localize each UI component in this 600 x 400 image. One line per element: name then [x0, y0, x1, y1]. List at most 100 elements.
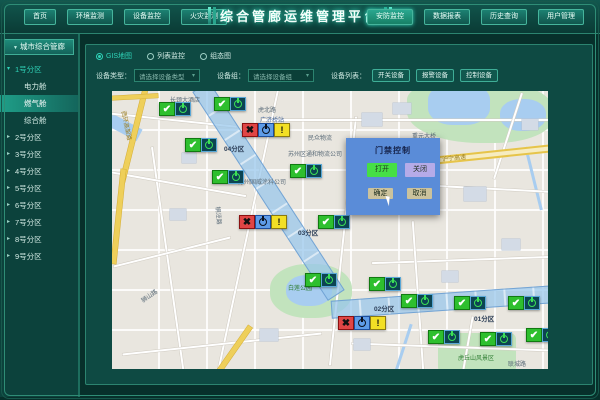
device-marker-ok-11[interactable]: ✔ [428, 330, 460, 344]
power-cell [524, 296, 540, 310]
sidebar-item-2[interactable]: 电力舱 [0, 78, 78, 95]
door-open-button[interactable]: 打开 [367, 163, 397, 177]
device-group-select[interactable]: 请选择设备组▾ [248, 69, 314, 82]
status-ok-icon: ✔ [526, 328, 542, 342]
sidebar-item-10[interactable]: ▸7号分区 [0, 214, 78, 231]
view-mode-radio-2[interactable]: 组态图 [200, 51, 231, 61]
device-filter-button-2[interactable]: 控制设备 [460, 69, 498, 82]
sidebar-item-label: 5号分区 [15, 184, 42, 193]
power-cell [444, 330, 460, 344]
power-cell [417, 294, 433, 308]
sidebar-item-label: 9号分区 [15, 252, 42, 261]
device-filter-buttons: 开关设备报警设备控制设备 [366, 69, 498, 82]
cancel-button[interactable]: 取消 [407, 188, 432, 199]
power-cell [258, 123, 274, 137]
device-marker-alarm-15[interactable]: ✖! [239, 215, 287, 229]
device-filter-button-0[interactable]: 开关设备 [372, 69, 410, 82]
zone-label: 01分区 [474, 313, 494, 323]
nav-button-left-2[interactable]: 设备监控 [124, 9, 170, 25]
access-control-dialog: 门禁控制 打开 关闭 确定 取消 [346, 138, 440, 215]
device-marker-ok-0[interactable]: ✔ [159, 102, 191, 116]
sidebar-item-label: 综合舱 [24, 116, 47, 125]
device-marker-ok-9[interactable]: ✔ [454, 296, 486, 310]
map-label: 联城路 [508, 359, 526, 368]
top-header: 首页环境监测设备监控火灾监测 综合管廊运维管理平台 安防监控数据报表历史查询用户… [0, 0, 600, 34]
device-type-label: 设备类型： [96, 71, 131, 81]
power-icon [448, 333, 456, 341]
sidebar-item-12[interactable]: ▸9号分区 [0, 248, 78, 265]
power-icon [500, 335, 508, 343]
nav-button-right-2[interactable]: 历史查询 [481, 9, 527, 25]
device-marker-ok-4[interactable]: ✔ [290, 164, 322, 178]
warning-icon: ! [271, 215, 287, 229]
device-filter-bar: 设备类型： 请选择设备类型▾ 设备组： 请选择设备组▾ 设备列表： 开关设备报警… [96, 69, 498, 82]
map-label: 苏州国威涂料公司 [238, 177, 286, 186]
nav-button-left-0[interactable]: 首页 [24, 9, 56, 25]
device-marker-alarm-14[interactable]: ✖! [242, 123, 290, 137]
device-list-label: 设备列表： [331, 71, 366, 81]
power-icon [474, 299, 482, 307]
nav-button-right-3[interactable]: 用户管理 [538, 9, 584, 25]
device-marker-ok-7[interactable]: ✔ [369, 277, 401, 291]
sidebar-item-4[interactable]: 综合舱 [0, 112, 78, 129]
device-marker-ok-6[interactable]: ✔ [305, 273, 337, 287]
status-ok-icon: ✔ [212, 170, 228, 184]
gis-map[interactable]: 04分区03分区02分区01分区沪宁高速西环高架路虎北路广济桥站民众物流苏州国威… [112, 91, 548, 369]
power-cell [321, 273, 337, 287]
power-cell [470, 296, 486, 310]
door-close-button[interactable]: 关闭 [405, 163, 435, 177]
sidebar-item-label: 燃气舱 [24, 99, 47, 108]
nav-button-right-0[interactable]: 安防监控 [367, 9, 413, 25]
power-cell [385, 277, 401, 291]
device-marker-ok-1[interactable]: ✔ [214, 97, 246, 111]
status-ok-icon: ✔ [214, 97, 230, 111]
chevron-right-icon: ▸ [7, 163, 10, 180]
power-icon [421, 297, 429, 305]
sidebar-item-9[interactable]: ▸6号分区 [0, 197, 78, 214]
device-marker-ok-10[interactable]: ✔ [508, 296, 540, 310]
device-marker-ok-13[interactable]: ✔ [526, 328, 548, 342]
power-icon [205, 141, 213, 149]
sidebar-item-11[interactable]: ▸8号分区 [0, 231, 78, 248]
chevron-down-icon: ▾ [7, 61, 10, 78]
status-ok-icon: ✔ [428, 330, 444, 344]
nav-button-right-1[interactable]: 数据报表 [424, 9, 470, 25]
radio-icon [96, 53, 103, 60]
sidebar-item-3[interactable]: 燃气舱 [0, 95, 78, 112]
sidebar-item-8[interactable]: ▸5号分区 [0, 180, 78, 197]
device-marker-ok-8[interactable]: ✔ [401, 294, 433, 308]
status-ok-icon: ✔ [318, 215, 334, 229]
sidebar-item-6[interactable]: ▸3号分区 [0, 146, 78, 163]
nav-button-left-1[interactable]: 环境监测 [67, 9, 113, 25]
power-icon [232, 173, 240, 181]
status-ok-icon: ✔ [369, 277, 385, 291]
power-cell [201, 138, 217, 152]
dialog-title: 门禁控制 [346, 145, 440, 156]
power-icon [262, 126, 270, 134]
power-icon [546, 331, 548, 339]
sidebar-item-1[interactable]: ▾1号分区 [0, 61, 78, 78]
status-error-icon: ✖ [338, 316, 354, 330]
power-cell [496, 332, 512, 346]
view-mode-radio-1[interactable]: 列表监控 [147, 51, 185, 61]
device-filter-button-1[interactable]: 报警设备 [416, 69, 454, 82]
view-mode-radio-0[interactable]: GIS地图 [96, 51, 132, 61]
sidebar-item-5[interactable]: ▸2号分区 [0, 129, 78, 146]
map-label: 虎丘山风景区 [458, 353, 494, 362]
sidebar-item-7[interactable]: ▸ 4号分区 [0, 163, 78, 180]
device-marker-ok-2[interactable]: ✔ [185, 138, 217, 152]
power-icon [358, 319, 366, 327]
sidebar-item-label: 6号分区 [15, 201, 42, 210]
device-marker-alarm-16[interactable]: ✖! [338, 316, 386, 330]
chevron-right-icon: ▸ [7, 146, 10, 163]
sidebar-root-city-tunnel[interactable]: ▼城市综合管廊 [4, 39, 74, 55]
device-marker-ok-3[interactable]: ✔ [212, 170, 244, 184]
sidebar-item-label: 4号分区 [15, 167, 42, 176]
device-marker-ok-12[interactable]: ✔ [480, 332, 512, 346]
power-icon [325, 276, 333, 284]
title-wrap: 综合管廊运维管理平台 [208, 6, 392, 25]
radio-label: 列表监控 [157, 51, 185, 61]
device-type-select[interactable]: 请选择设备类型▾ [134, 69, 200, 82]
device-marker-ok-5[interactable]: ✔ [318, 215, 350, 229]
zone-label: 02分区 [374, 303, 394, 313]
